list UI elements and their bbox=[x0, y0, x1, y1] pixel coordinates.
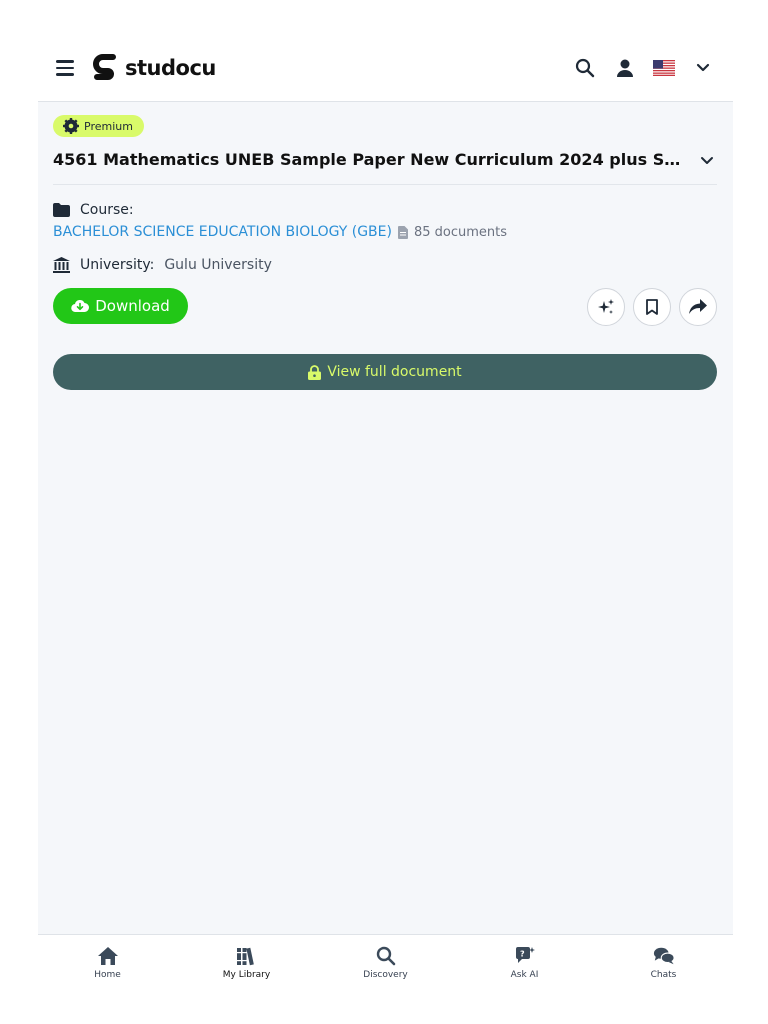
premium-badge-label: Premium bbox=[84, 119, 133, 133]
top-header: studocu bbox=[38, 34, 733, 102]
studocu-logo-icon bbox=[93, 54, 116, 80]
university-icon bbox=[53, 257, 70, 273]
ai-sparkle-button[interactable] bbox=[587, 288, 625, 326]
search-icon bbox=[375, 945, 397, 967]
studocu-logo[interactable]: studocu bbox=[91, 53, 216, 83]
chats-icon bbox=[653, 945, 675, 967]
folder-icon bbox=[53, 203, 70, 217]
download-button[interactable]: Download bbox=[53, 288, 188, 324]
library-icon bbox=[236, 945, 258, 967]
bottom-navigation: Home My Library Discovery ? Ask AI Chats bbox=[38, 934, 733, 990]
us-flag-icon[interactable] bbox=[653, 60, 675, 76]
nav-chats-label: Chats bbox=[650, 970, 677, 980]
university-label: University: bbox=[80, 257, 155, 273]
divider bbox=[53, 184, 717, 185]
bookmark-icon bbox=[646, 299, 658, 315]
search-icon[interactable] bbox=[573, 56, 597, 80]
nav-discovery[interactable]: Discovery bbox=[316, 935, 455, 990]
university-name[interactable]: Gulu University bbox=[164, 257, 272, 273]
logo-text: studocu bbox=[125, 56, 216, 80]
course-label: Course: bbox=[80, 202, 134, 218]
sparkle-icon bbox=[598, 299, 614, 314]
share-button[interactable] bbox=[679, 288, 717, 326]
nav-home[interactable]: Home bbox=[38, 935, 177, 990]
user-icon[interactable] bbox=[613, 56, 637, 80]
menu-icon[interactable] bbox=[56, 60, 74, 76]
chevron-down-icon[interactable] bbox=[691, 56, 715, 80]
document-count: 85 documents bbox=[413, 224, 508, 240]
home-icon bbox=[97, 945, 119, 967]
ask-ai-icon: ? bbox=[514, 945, 536, 967]
document-icon bbox=[397, 225, 408, 239]
download-button-label: Download bbox=[95, 297, 170, 315]
bookmark-button[interactable] bbox=[633, 288, 671, 326]
lock-icon bbox=[308, 364, 322, 380]
nav-discovery-label: Discovery bbox=[363, 970, 408, 980]
nav-home-label: Home bbox=[94, 970, 121, 980]
nav-my-library-label: My Library bbox=[222, 970, 271, 980]
expand-chevron-icon[interactable] bbox=[698, 152, 716, 170]
nav-ask-ai-label: Ask AI bbox=[510, 970, 539, 980]
svg-text:?: ? bbox=[520, 950, 525, 959]
view-full-document-button[interactable]: View full document bbox=[53, 354, 717, 390]
gear-icon bbox=[63, 118, 79, 134]
nav-chats[interactable]: Chats bbox=[594, 935, 733, 990]
share-icon bbox=[689, 299, 707, 314]
premium-badge: Premium bbox=[53, 115, 144, 137]
view-full-document-label: View full document bbox=[327, 364, 462, 380]
nav-my-library[interactable]: My Library bbox=[177, 935, 316, 990]
document-panel: Premium 4561 Mathematics UNEB Sample Pap… bbox=[38, 102, 733, 934]
nav-ask-ai[interactable]: ? Ask AI bbox=[455, 935, 594, 990]
cloud-download-icon bbox=[71, 299, 90, 313]
course-link[interactable]: BACHELOR SCIENCE EDUCATION BIOLOGY (GBE) bbox=[53, 224, 392, 240]
document-title: 4561 Mathematics UNEB Sample Paper New C… bbox=[53, 150, 683, 169]
